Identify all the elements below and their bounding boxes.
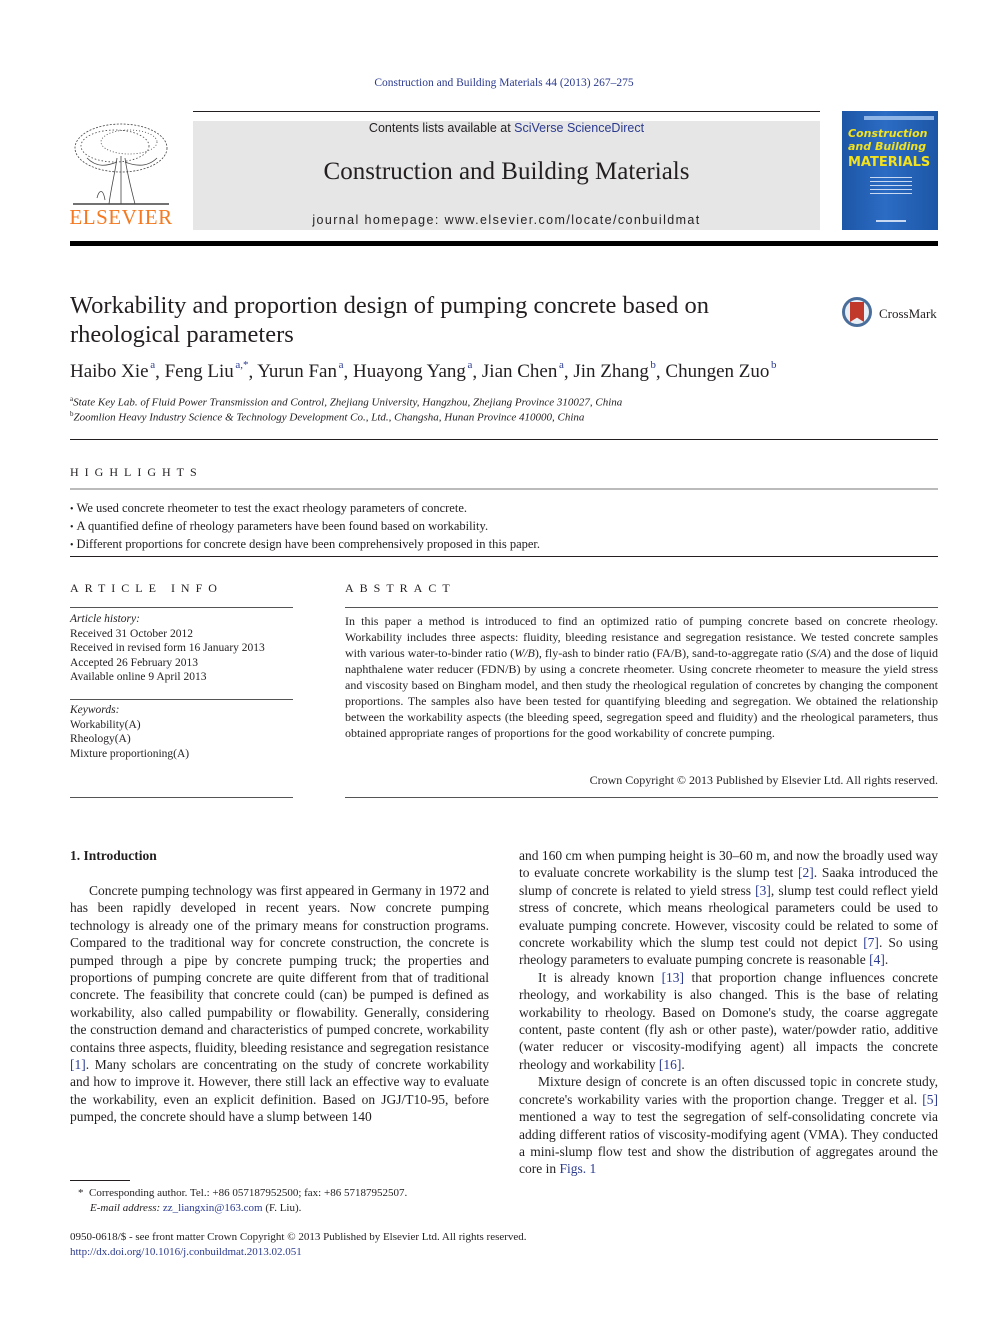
abstract-heading: ABSTRACT <box>345 581 456 595</box>
keyword-item: Mixture proportioning(A) <box>70 747 190 760</box>
author[interactable]: Yurun Fan a <box>257 359 343 382</box>
author[interactable]: Haibo Xie a <box>70 359 155 382</box>
issn-line: 0950-0618/$ - see front matter Crown Cop… <box>70 1231 527 1243</box>
author-list: Haibo Xie a, Feng Liu a,*, Yurun Fan a, … <box>70 359 777 383</box>
affiliation-a: aState Key Lab. of Fluid Power Transmiss… <box>70 395 622 409</box>
header-thick-rule <box>70 241 938 246</box>
article-info-bottom-rule <box>70 797 293 798</box>
email-suffix: (F. Liu). <box>265 1202 302 1214</box>
cover-title-line1: Construction <box>848 127 928 140</box>
cover-footer <box>876 220 906 222</box>
footnote-marker: * <box>78 1187 84 1199</box>
article-history-heading: Article history: <box>70 613 140 625</box>
article-title: Workability and proportion design of pum… <box>70 292 709 348</box>
email-note: E-mail address: zz_liangxin@163.com (F. … <box>90 1201 301 1216</box>
crossmark-button[interactable]: CrossMark <box>842 297 942 335</box>
sciencedirect-link[interactable]: SciVerse ScienceDirect <box>514 121 644 135</box>
paragraph: and 160 cm when pumping height is 30–60 … <box>519 848 938 968</box>
corresponding-author-note: * Corresponding author. Tel.: +86 057187… <box>78 1186 407 1201</box>
highlight-item: A quantified define of rheology paramete… <box>70 518 938 536</box>
citation-link[interactable]: [1] <box>70 1057 86 1072</box>
journal-citation-link[interactable]: Construction and Building Materials 44 (… <box>374 77 633 89</box>
citation-link[interactable]: [16] <box>659 1057 682 1072</box>
body-column-left: Concrete pumping technology was first ap… <box>70 882 489 1126</box>
figure-link[interactable]: Figs. 1 <box>559 1161 596 1176</box>
citation-link[interactable]: [5] <box>922 1092 938 1107</box>
contents-prefix: Contents lists available at <box>368 121 515 135</box>
crossmark-label: CrossMark <box>879 306 937 321</box>
history-revised: Received in revised form 16 January 2013 <box>70 642 265 654</box>
author[interactable]: Jin Zhang b <box>573 359 656 382</box>
affiliation-b: bZoomlion Heavy Industry Science & Techn… <box>70 410 584 424</box>
journal-title: Construction and Building Materials <box>323 158 690 185</box>
author[interactable]: Jian Chen a <box>482 359 564 382</box>
keyword-item: Rheology(A) <box>70 733 131 745</box>
cover-title-line2: and Building <box>848 140 927 153</box>
keywords: Keywords: Workability(A) Rheology(A) Mix… <box>70 703 293 761</box>
article-info-rule <box>70 699 293 700</box>
cover-title-line3: MATERIALS <box>848 155 931 170</box>
body-column-right: and 160 cm when pumping height is 30–60 … <box>519 847 938 1178</box>
highlights-rule <box>70 488 938 490</box>
highlights-list: We used concrete rheometer to test the e… <box>70 500 938 554</box>
highlight-item: Different proportions for concrete desig… <box>70 536 938 554</box>
elsevier-wordmark: ELSEVIER <box>69 205 173 229</box>
abstract-text: In this paper a method is introduced to … <box>345 614 938 740</box>
email-label: E-mail address: <box>90 1202 161 1214</box>
highlight-item: We used concrete rheometer to test the e… <box>70 500 938 518</box>
affiliation-text: Zoomlion Heavy Industry Science & Techno… <box>73 411 585 424</box>
citation-link[interactable]: [4] <box>869 952 885 967</box>
keyword-item: Workability(A) <box>70 718 141 731</box>
history-online: Available online 9 April 2013 <box>70 671 207 683</box>
article-history: Article history: Received 31 October 201… <box>70 612 293 685</box>
history-accepted: Accepted 26 February 2013 <box>70 656 199 669</box>
abstract-copyright: Crown Copyright © 2013 Published by Else… <box>589 773 938 787</box>
journal-cover[interactable]: Construction and Building MATERIALS <box>842 111 938 230</box>
highlights-heading: HIGHLIGHTS <box>70 465 203 479</box>
author[interactable]: Feng Liu a,* <box>165 359 249 382</box>
homepage-link[interactable]: www.elsevier.com/locate/conbuildmat <box>445 213 701 227</box>
affiliation-text: State Key Lab. of Fluid Power Transmissi… <box>73 396 623 409</box>
homepage-prefix: journal homepage: <box>312 213 445 227</box>
citation-link[interactable]: [13] <box>662 970 685 985</box>
cover-band <box>864 116 934 120</box>
footnote-rule <box>70 1180 130 1181</box>
citation-link[interactable]: [2] <box>798 865 814 880</box>
abstract-bottom-rule <box>345 797 938 798</box>
doi-link[interactable]: http://dx.doi.org/10.1016/j.conbuildmat.… <box>70 1246 302 1258</box>
author[interactable]: Huayong Yang a <box>353 359 472 382</box>
header-rule <box>193 111 820 112</box>
section-heading: 1. Introduction <box>70 848 157 863</box>
paragraph: Mixture design of concrete is an often d… <box>519 1074 938 1177</box>
journal-homepage: journal homepage: www.elsevier.com/locat… <box>193 213 820 227</box>
article-info-rule <box>70 607 293 608</box>
journal-banner: Contents lists available at SciVerse Sci… <box>193 121 820 230</box>
email-link[interactable]: zz_liangxin@163.com <box>163 1202 263 1214</box>
keywords-heading: Keywords: <box>70 704 120 716</box>
divider <box>70 439 938 440</box>
highlights-bottom-rule <box>70 556 938 557</box>
corresponding-author-text: Corresponding author. Tel.: +86 05718795… <box>89 1187 408 1199</box>
history-received: Received 31 October 2012 <box>70 627 193 640</box>
citation-link[interactable]: [3] <box>755 883 771 898</box>
journal-citation[interactable]: Construction and Building Materials 44 (… <box>0 77 992 89</box>
elsevier-tree-icon <box>73 123 169 205</box>
paragraph: Concrete pumping technology was first ap… <box>70 883 489 1125</box>
abstract-rule <box>345 607 938 608</box>
elsevier-logo[interactable]: ELSEVIER <box>67 118 175 230</box>
article-info-heading: ARTICLE INFO <box>70 581 223 595</box>
issn-block: 0950-0618/$ - see front matter Crown Cop… <box>70 1230 527 1260</box>
citation-link[interactable]: [7] <box>863 935 879 950</box>
paragraph: It is already known [13] that proportion… <box>519 969 938 1072</box>
contents-availability: Contents lists available at SciVerse Sci… <box>193 121 820 135</box>
cover-title: Construction and Building <box>848 127 927 153</box>
cover-text-lines <box>870 177 912 197</box>
author[interactable]: Chungen Zuo b <box>665 359 776 382</box>
